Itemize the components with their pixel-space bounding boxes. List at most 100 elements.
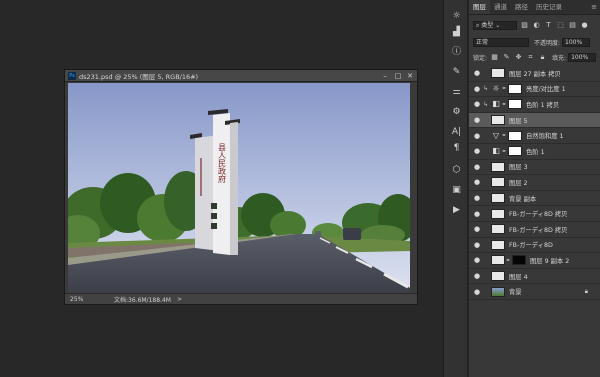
visibility-eye-icon[interactable]: ●	[472, 225, 482, 233]
layer-row[interactable]: ● ↳ ☼ ⚭ 亮度/对比度 1	[469, 82, 600, 98]
tab-channels[interactable]: 通道	[490, 0, 511, 14]
layer-thumbnail[interactable]	[491, 271, 505, 282]
lock-transparent-icon[interactable]: ▦	[490, 53, 499, 62]
lock-move-icon[interactable]: ✥	[514, 53, 523, 62]
layer-thumbnail[interactable]	[491, 161, 505, 172]
visibility-eye-icon[interactable]: ●	[472, 194, 482, 202]
layer-name[interactable]: FB-ガーディ8D	[509, 240, 553, 249]
filter-shape-icon[interactable]: ⬚	[556, 21, 565, 30]
layer-name[interactable]: 自然饱和度 1	[526, 131, 564, 140]
layer-name[interactable]: 图层 2	[509, 178, 528, 187]
brush-presets-icon[interactable]: ⚙	[450, 106, 463, 119]
layer-name[interactable]: 图层 3	[509, 162, 528, 171]
filter-pixel-icon[interactable]: ▨	[520, 21, 529, 30]
styles-icon[interactable]: ▣	[450, 184, 463, 197]
layer-row[interactable]: ● ⚭ 图层 9 副本 2	[469, 253, 600, 269]
visibility-eye-icon[interactable]: ●	[472, 288, 482, 296]
mask-link-icon[interactable]: ⚭	[501, 132, 507, 139]
layer-thumbnail[interactable]	[491, 68, 505, 79]
layer-mask-thumbnail[interactable]	[508, 146, 522, 157]
paragraph-icon[interactable]: ¶	[450, 142, 463, 155]
layer-thumbnail[interactable]	[491, 177, 505, 188]
adjustment-layer-icon[interactable]: ☼	[491, 84, 501, 94]
character-icon[interactable]: A|	[450, 126, 463, 139]
actions-play-icon[interactable]: ▶	[450, 204, 463, 217]
layer-row[interactable]: ● ↳ ◧ ⚭ 色阶 1 拷贝	[469, 97, 600, 113]
layer-name[interactable]: 图层 9 副本 2	[530, 256, 569, 265]
layer-thumbnail[interactable]	[491, 239, 505, 250]
visibility-eye-icon[interactable]: ●	[472, 163, 482, 171]
filter-type-icon[interactable]: T	[544, 21, 553, 30]
histogram-icon[interactable]: ▟	[450, 26, 463, 39]
layer-row[interactable]: ● FB-ガーディ8D 拷贝	[469, 222, 600, 238]
layer-thumbnail[interactable]	[491, 255, 505, 266]
layer-thumbnail[interactable]	[491, 208, 505, 219]
layer-thumbnail[interactable]	[491, 115, 505, 126]
canvas-image[interactable]: 县人民政府	[68, 83, 410, 294]
lock-paint-icon[interactable]: ✎	[502, 53, 511, 62]
layer-name[interactable]: 图层 4	[509, 272, 528, 281]
document-titlebar[interactable]: Ps ds231.psd @ 25% (图层 5, RGB/16#) – □ ✕	[65, 70, 417, 82]
blend-mode-select[interactable]: 正常	[473, 38, 529, 47]
adjust-sliders-icon[interactable]: ⚌	[450, 86, 463, 99]
layer-name[interactable]: FB-ガーディ8D 拷贝	[509, 225, 567, 234]
layer-row[interactable]: ● FB-ガーディ8D	[469, 238, 600, 254]
layer-row[interactable]: ● FB-ガーディ8D 拷贝	[469, 206, 600, 222]
mask-link-icon[interactable]: ⚭	[505, 257, 511, 264]
filter-smart-object-icon[interactable]: ▤	[568, 21, 577, 30]
filter-adjustment-icon[interactable]: ◐	[532, 21, 541, 30]
canvas-area[interactable]: 县人民政府	[65, 83, 417, 294]
adjustment-layer-icon[interactable]: ▽	[491, 131, 501, 141]
layer-row[interactable]: ● ◧ ⚭ 色阶 1	[469, 144, 600, 160]
layer-name[interactable]: 色阶 1	[526, 147, 545, 156]
mask-link-icon[interactable]: ⚭	[501, 101, 507, 108]
mask-link-icon[interactable]: ⚭	[501, 148, 507, 155]
adjustment-layer-icon[interactable]: ◧	[491, 146, 501, 156]
layer-thumbnail[interactable]	[491, 224, 505, 235]
layer-row[interactable]: ● 图层 2	[469, 175, 600, 191]
layer-name[interactable]: 色阶 1 拷贝	[526, 100, 559, 109]
visibility-eye-icon[interactable]: ●	[472, 100, 482, 108]
layer-name[interactable]: 背景	[509, 287, 522, 296]
layer-mask-thumbnail[interactable]	[508, 130, 522, 141]
visibility-eye-icon[interactable]: ●	[472, 256, 482, 264]
lock-all-icon[interactable]: 🔒︎	[538, 53, 547, 62]
layer-name[interactable]: 背景 副本	[509, 194, 536, 203]
opacity-field[interactable]: 100%	[562, 38, 591, 47]
layer-name[interactable]: 图层 5	[509, 116, 528, 125]
lock-artboard-icon[interactable]: ⌗	[526, 53, 535, 62]
visibility-eye-icon[interactable]: ●	[472, 178, 482, 186]
layer-row[interactable]: ● 背景 🔒︎	[469, 284, 600, 300]
layer-row[interactable]: ● ▽ ⚭ 自然饱和度 1	[469, 128, 600, 144]
layer-row[interactable]: ● 背景 副本	[469, 191, 600, 207]
zoom-field[interactable]: 25%	[68, 295, 90, 304]
tab-layers[interactable]: 图层	[469, 0, 490, 14]
visibility-eye-icon[interactable]: ●	[472, 85, 482, 93]
document-window[interactable]: Ps ds231.psd @ 25% (图层 5, RGB/16#) – □ ✕	[64, 69, 418, 305]
mask-link-icon[interactable]: ⚭	[501, 85, 507, 92]
visibility-eye-icon[interactable]: ●	[472, 147, 482, 155]
layer-row[interactable]: ● 图层 27 副本 拷贝	[469, 66, 600, 82]
info-icon[interactable]: ⓘ	[450, 46, 463, 59]
layer-mask-thumbnail[interactable]	[508, 99, 522, 110]
layer-mask-thumbnail[interactable]	[512, 255, 526, 266]
visibility-eye-icon[interactable]: ●	[472, 69, 482, 77]
layer-thumbnail[interactable]	[491, 286, 505, 297]
properties-icon[interactable]: ☼	[450, 10, 463, 23]
visibility-eye-icon[interactable]: ●	[472, 132, 482, 140]
layer-thumbnail[interactable]	[491, 193, 505, 204]
tab-paths[interactable]: 路径	[511, 0, 532, 14]
layer-name[interactable]: 亮度/对比度 1	[526, 84, 566, 93]
status-menu-arrow[interactable]: >	[177, 296, 182, 303]
minimize-button[interactable]: –	[379, 71, 391, 81]
fill-field[interactable]: 100%	[568, 53, 597, 62]
filter-kind-select[interactable]: ⌕ 类型 ⌄	[473, 21, 517, 30]
visibility-eye-icon[interactable]: ●	[472, 272, 482, 280]
layer-row[interactable]: ● 图层 4	[469, 269, 600, 285]
adjustment-layer-icon[interactable]: ◧	[491, 99, 501, 109]
close-button[interactable]: ✕	[404, 71, 416, 81]
3d-cube-icon[interactable]: ⬡	[450, 164, 463, 177]
filter-toggle-icon[interactable]: ●	[580, 21, 589, 30]
panel-menu-icon[interactable]: ≡	[591, 0, 600, 14]
layer-row[interactable]: ● 图层 5	[469, 112, 600, 129]
